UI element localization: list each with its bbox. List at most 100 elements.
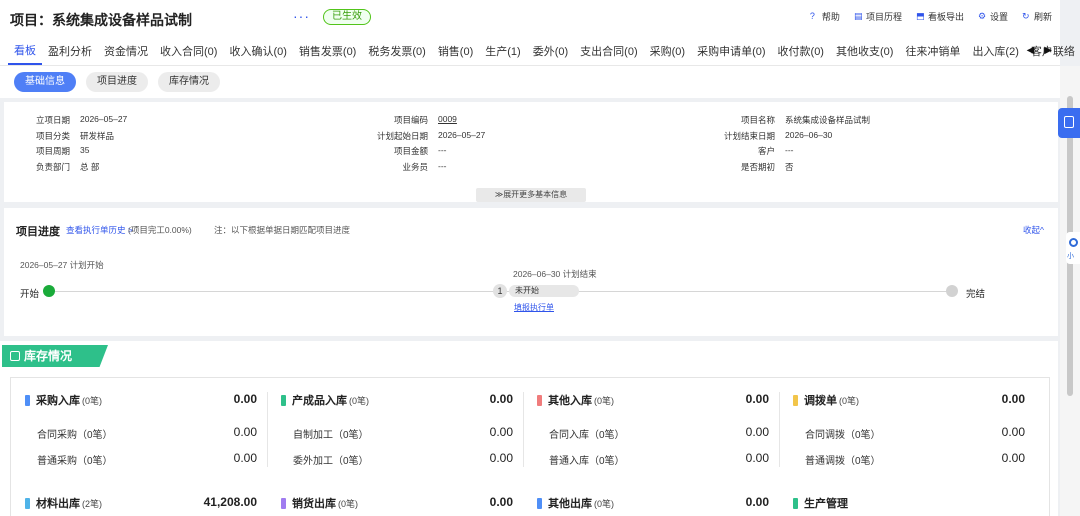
section-total: 0.00 — [745, 392, 769, 406]
tab-bar: 看板 盈利分析 资金情况 收入合同(0) 收入确认(0) 销售发票(0) 税务发票(0) 销售… — [0, 36, 1075, 66]
stock-section-title[interactable]: 调拨单 (0笔) — [793, 392, 859, 408]
timeline-step-status: 未开始 — [509, 285, 579, 297]
help-icon: ? — [809, 11, 815, 21]
tab-9[interactable]: 委外(0) — [527, 36, 574, 65]
stock-section-bottom: 销货出库 (0笔) 0.00 — [267, 479, 523, 516]
timeline-start-dot — [43, 285, 55, 297]
subtab-0[interactable]: 基础信息 — [14, 72, 76, 92]
sub-item-label[interactable]: 合同调拨（0笔） — [805, 426, 881, 441]
info-value: 总 部 — [80, 161, 100, 172]
info-label: 业务员 — [402, 161, 428, 172]
stock-section-title[interactable]: 其他入库 (0笔) — [537, 392, 614, 408]
stock-section-title[interactable]: 材料出库 (2笔) — [25, 495, 102, 511]
info-field: 负责部门总 部 — [0, 161, 99, 173]
info-field: 项目编码 0009 — [352, 114, 457, 126]
info-field: 项目分类 研发样品 — [0, 130, 114, 142]
project-code-link[interactable]: 0009 — [438, 114, 457, 126]
section-name: 生产管理 — [804, 498, 848, 510]
subtab-1[interactable]: 项目进度 — [86, 72, 148, 92]
view-history-link[interactable]: 查看执行单历史 > — [66, 224, 133, 236]
sub-item-value: 0.00 — [745, 425, 769, 439]
tab-5[interactable]: 销售发票(0) — [293, 36, 362, 65]
sub-item-label[interactable]: 普通调拨（0笔） — [805, 452, 881, 467]
tab-10[interactable]: 支出合同(0) — [574, 36, 643, 65]
info-label: 负责部门 — [35, 161, 70, 172]
tab-14[interactable]: 其他收支(0) — [830, 36, 899, 65]
stock-divider — [267, 392, 268, 467]
info-field: 项目周期 35 — [0, 145, 89, 157]
timeline-step-number: 1 — [493, 284, 507, 298]
tab-12[interactable]: 采购申请单(0) — [691, 36, 771, 65]
stock-section-title[interactable]: 产成品入库 (0笔) — [281, 392, 369, 408]
tab-16[interactable]: 出入库(2) — [966, 36, 1024, 65]
tab-13[interactable]: 收付款(0) — [772, 36, 830, 65]
stock-section-title[interactable]: 其他出库 (0笔) — [537, 495, 614, 511]
stock-section-title[interactable]: 销货出库 (0笔) — [281, 495, 358, 511]
sub-item-label[interactable]: 普通入库（0笔） — [549, 452, 625, 467]
sub-item-value: 0.00 — [1001, 451, 1025, 465]
info-field: 项目名称 系统集成设备样品试制 — [699, 114, 870, 126]
stock-panel: 采购入库 (0笔) 0.00 合同采购（0笔） 0.00 普通采购（0笔） 0.00 产成品入… — [10, 377, 1050, 516]
top-action-0[interactable]: ? 帮助 — [810, 10, 840, 23]
section-name: 采购入库 — [36, 395, 80, 407]
tab-7[interactable]: 销售(0) — [432, 36, 479, 65]
sub-item-label[interactable]: 自制加工（0笔） — [293, 426, 369, 441]
info-label: 客户 — [757, 146, 775, 156]
tab-11[interactable]: 采购(0) — [644, 36, 691, 65]
section-color-bar — [537, 497, 542, 509]
section-count: (0笔) — [594, 498, 614, 509]
plan-start-text: 2026–05–27 计划开始 — [20, 260, 104, 270]
sub-item-label[interactable]: 委外加工（0笔） — [293, 452, 369, 467]
tab-4[interactable]: 收入确认(0) — [223, 36, 292, 65]
sub-item-value: 0.00 — [233, 425, 257, 439]
tab-1[interactable]: 盈利分析 — [42, 36, 98, 65]
tab-2[interactable]: 资金情况 — [98, 36, 154, 65]
section-name: 销货出库 — [292, 498, 336, 510]
top-action-label: 帮助 — [821, 12, 840, 22]
info-label: 计划起始日期 — [376, 130, 428, 141]
top-action-label: 看板导出 — [927, 12, 964, 22]
top-action-4[interactable]: ↻ 刷新 — [1022, 10, 1052, 23]
section-total: 0.00 — [745, 495, 769, 509]
tab-3[interactable]: 收入合同(0) — [154, 36, 223, 65]
sub-item-label[interactable]: 普通采购（0笔） — [37, 452, 113, 467]
tab-15[interactable]: 往来冲销单 — [899, 36, 966, 65]
section-name: 调拨单 — [804, 395, 837, 407]
section-name: 其他出库 — [548, 498, 592, 510]
top-action-label: 项目历程 — [865, 12, 902, 22]
section-count: (0笔) — [349, 395, 369, 406]
stock-header: 库存情况 — [2, 345, 108, 367]
stock-section-bottom: 材料出库 (2笔) 41,208.00 — [11, 479, 267, 516]
info-field: 计划起始日期 2026–05–27 — [352, 130, 485, 142]
tab-6[interactable]: 税务发票(0) — [362, 36, 431, 65]
top-action-3[interactable]: ⚙ 设置 — [978, 10, 1008, 23]
collapse-link[interactable]: 收起^ — [1023, 224, 1044, 236]
info-field: 立项日期 2026–05–27 — [0, 114, 127, 126]
info-label: 项目名称 — [740, 115, 775, 125]
fill-execution-link[interactable]: 填报执行单 — [514, 302, 554, 313]
top-action-2[interactable]: ⬒ 看板导出 — [916, 10, 964, 23]
section-total: 0.00 — [1001, 392, 1025, 406]
section-total: 0.00 — [489, 392, 513, 406]
top-action-1[interactable]: ▤ 项目历程 — [854, 10, 902, 23]
info-label: 项目周期 — [35, 146, 70, 156]
tab-next-icon[interactable]: ▶ — [1044, 45, 1052, 56]
info-value: --- — [785, 145, 794, 155]
sub-item-label[interactable]: 合同采购（0笔） — [37, 426, 113, 441]
float-notes-button[interactable] — [1058, 108, 1080, 138]
expand-more-info-button[interactable]: ≫展开更多基本信息 — [476, 188, 586, 202]
info-field: 是否期初否 — [699, 161, 794, 173]
more-options-icon[interactable]: ··· — [293, 8, 310, 24]
tab-8[interactable]: 生产(1) — [479, 36, 526, 65]
float-assistant-button[interactable]: 小 — [1066, 232, 1080, 264]
tab-prev-icon[interactable]: ◀ — [1027, 45, 1035, 56]
top-action-label: 设置 — [989, 12, 1008, 22]
stock-section-title[interactable]: 生产管理 — [793, 495, 850, 511]
assistant-icon — [1069, 238, 1078, 247]
subtab-2[interactable]: 库存情况 — [158, 72, 220, 92]
sub-item-label[interactable]: 合同入库（0笔） — [549, 426, 625, 441]
tab-0[interactable]: 看板 — [8, 36, 42, 65]
section-color-bar — [281, 497, 286, 509]
stock-section-title[interactable]: 采购入库 (0笔) — [25, 392, 102, 408]
sub-item-value: 0.00 — [745, 451, 769, 465]
